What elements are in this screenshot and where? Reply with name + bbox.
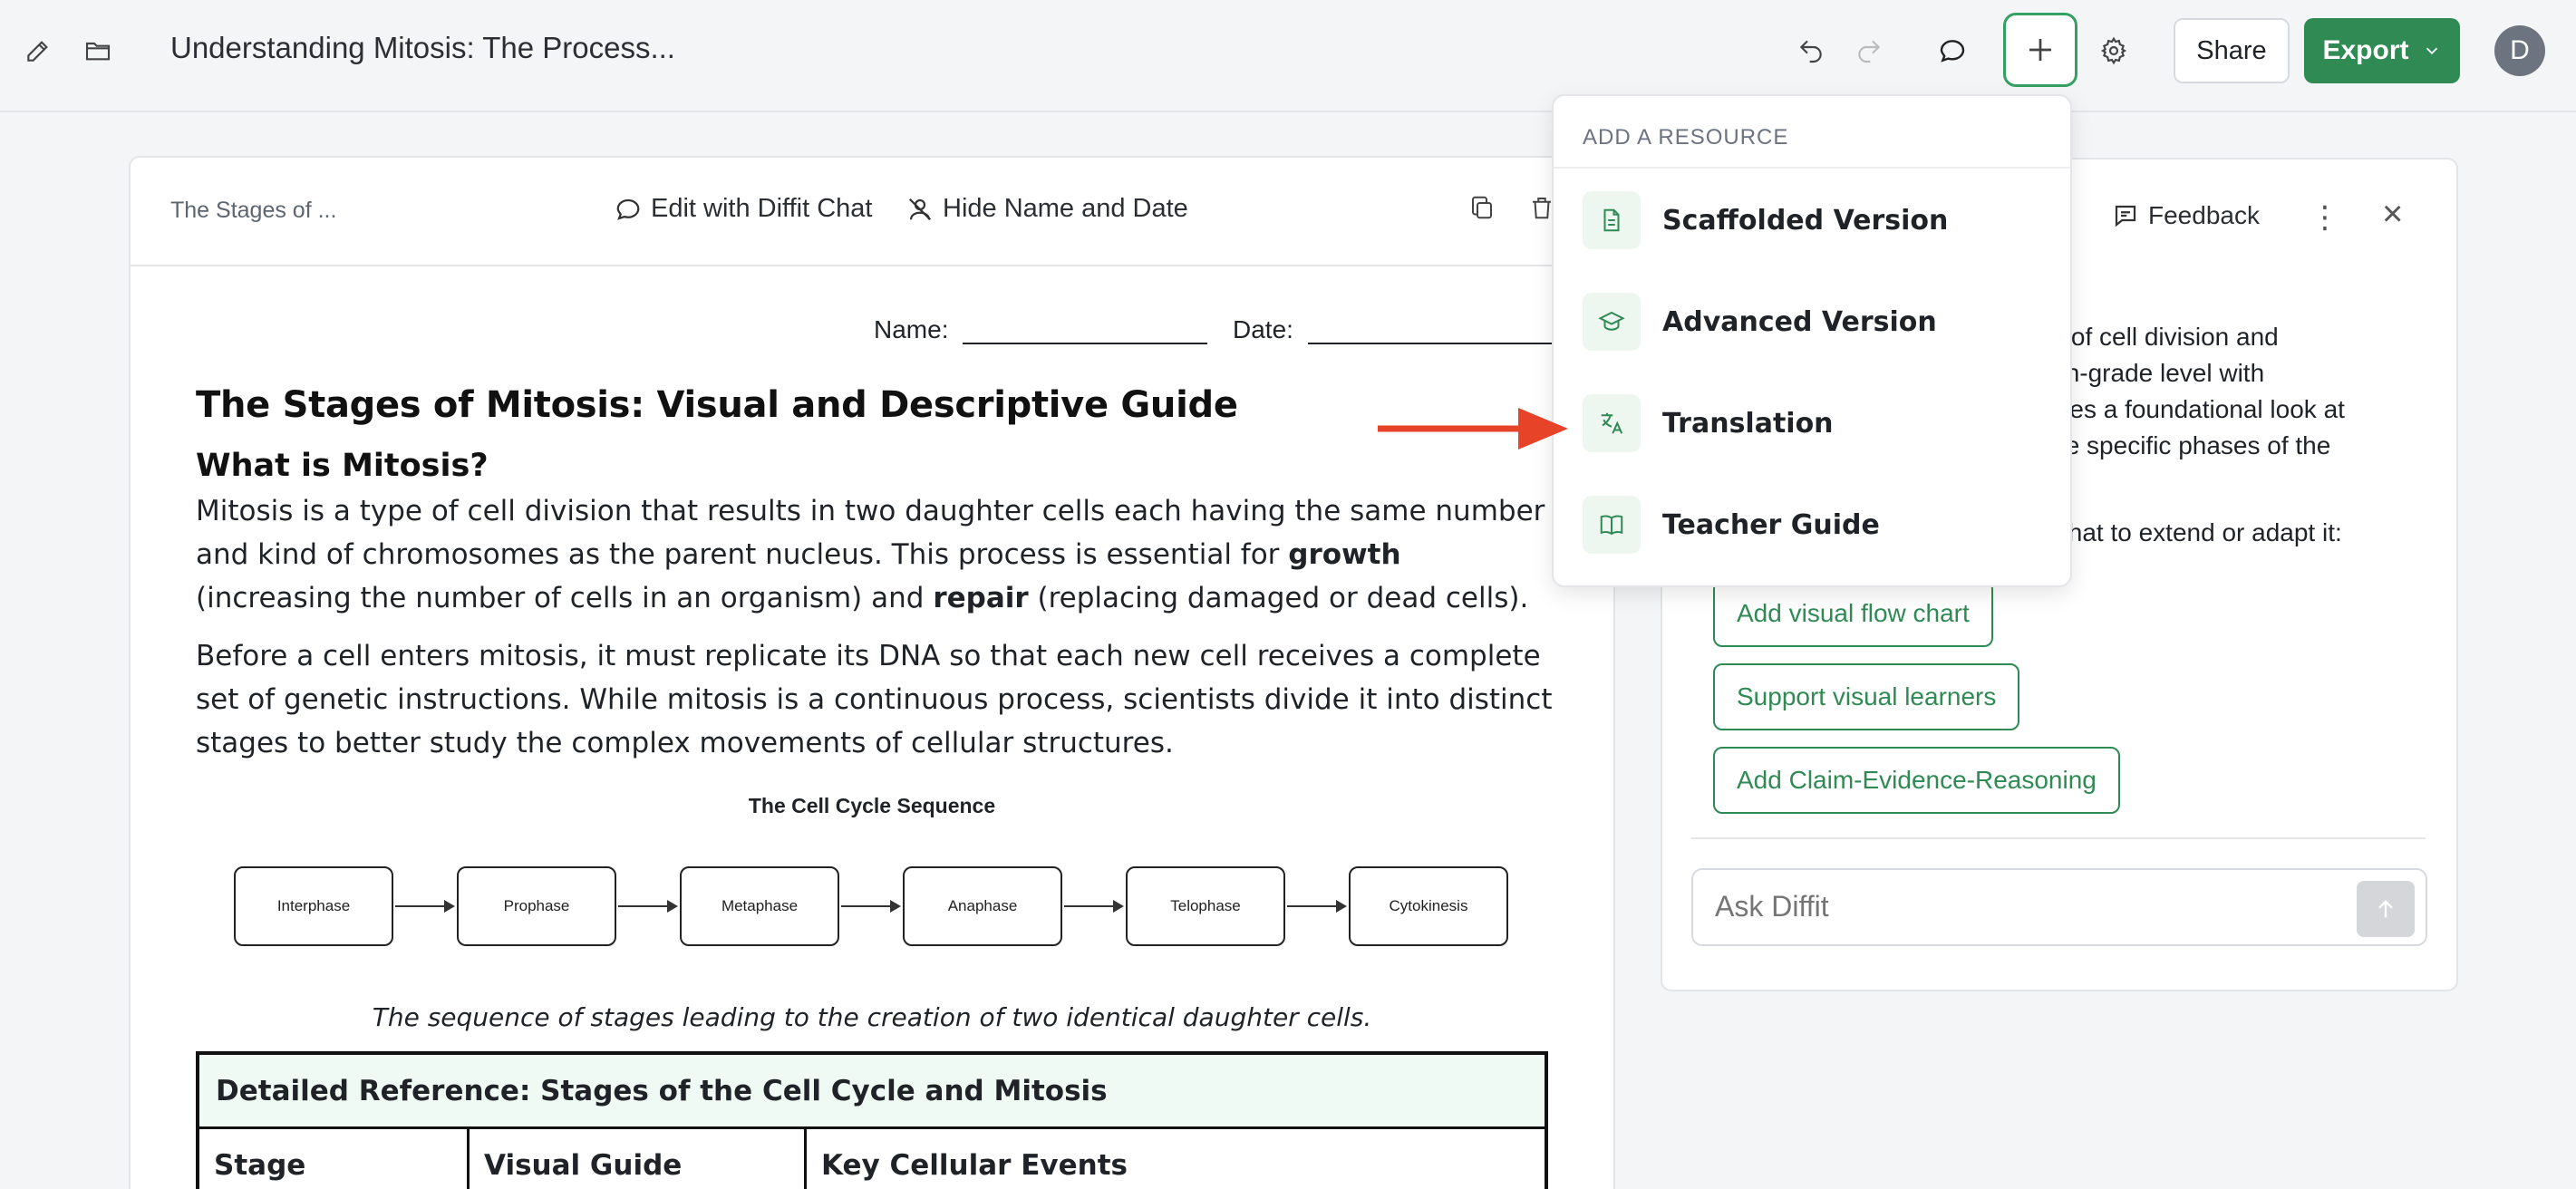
chevron-down-icon (2426, 47, 2437, 55)
user-off-icon (908, 198, 932, 220)
edit-with-chat-label: Edit with Diffit Chat (651, 194, 873, 223)
flow-stage-anaphase: Anaphase (903, 866, 1062, 946)
flow-arrow (1287, 900, 1347, 913)
chip-add-visual-flow-chart[interactable]: Add visual flow chart (1713, 580, 1993, 647)
copy-button[interactable] (1468, 194, 1496, 221)
edit-icon[interactable] (18, 31, 58, 71)
avatar[interactable]: D (2494, 25, 2545, 76)
flow-chart-title: The Cell Cycle Sequence (748, 794, 996, 817)
name-line (963, 314, 1208, 344)
reference-table: Detailed Reference: Stages of the Cell C… (196, 1051, 1548, 1189)
redo-icon[interactable] (1849, 31, 1889, 71)
menu-item-label: Scaffolded Version (1662, 204, 1949, 237)
paragraph-2: Before a cell enters mitosis, it must re… (196, 640, 1553, 759)
ask-input[interactable] (1715, 890, 2331, 923)
menu-item-label: Advanced Version (1662, 305, 1937, 338)
section-heading: What is Mitosis? (196, 448, 489, 484)
flow-stage-interphase: Interphase (234, 866, 393, 946)
column-header-stage: Stage (199, 1129, 470, 1189)
name-field[interactable]: Name: (874, 314, 1208, 344)
flow-stage-metaphase: Metaphase (680, 866, 839, 946)
para1-text-2: (increasing the number of cells in an or… (196, 582, 934, 614)
menu-item-label: Translation (1662, 407, 1834, 440)
date-label: Date: (1233, 315, 1293, 343)
close-icon[interactable]: × (2382, 194, 2403, 235)
add-resource-button[interactable] (2003, 13, 2077, 87)
paragraph-1: Mitosis is a type of cell division that … (196, 489, 1555, 620)
edit-with-chat-button[interactable]: Edit with Diffit Chat (615, 194, 872, 224)
para1-bold-repair: repair (933, 582, 1029, 614)
flow-arrow (1064, 900, 1124, 913)
arrow-up-icon (2378, 900, 2393, 918)
menu-item-scaffolded-version[interactable]: Scaffolded Version (1583, 188, 2045, 252)
add-resource-menu: ADD A RESOURCE Scaffolded Version Advanc… (1552, 94, 2072, 587)
column-header-visual-guide: Visual Guide (470, 1129, 807, 1189)
menu-item-teacher-guide[interactable]: Teacher Guide (1583, 493, 2045, 556)
menu-item-label: Teacher Guide (1662, 508, 1880, 541)
document-toolbar: The Stages of ... Edit with Diffit Chat … (131, 158, 1613, 266)
top-bar: Understanding Mitosis: The Process... Sh… (0, 0, 2576, 112)
flow-stage-prophase: Prophase (457, 866, 616, 946)
annotation-arrow-icon (1378, 408, 1568, 450)
date-field[interactable]: Date: (1233, 314, 1553, 344)
hide-name-date-button[interactable]: Hide Name and Date (906, 194, 1188, 224)
gear-icon[interactable] (2094, 31, 2134, 71)
menu-divider (1554, 167, 2070, 169)
chip-add-claim-evidence-reasoning[interactable]: Add Claim-Evidence-Reasoning (1713, 747, 2120, 814)
flow-chart-caption: The sequence of stages leading to the cr… (372, 1002, 1372, 1032)
reference-table-header-row: Stage Visual Guide Key Cellular Events (199, 1129, 1545, 1189)
graduation-cap-icon (1583, 293, 1641, 351)
reference-table-title: Detailed Reference: Stages of the Cell C… (199, 1055, 1545, 1129)
panel-divider (1691, 837, 2426, 839)
chat-bubble-icon[interactable] (1932, 31, 1972, 71)
menu-item-advanced-version[interactable]: Advanced Version (1583, 290, 2045, 353)
document-heading: The Stages of Mitosis: Visual and Descri… (196, 384, 1238, 426)
export-button[interactable]: Export (2304, 18, 2460, 83)
plus-icon (2029, 39, 2051, 61)
menu-item-translation[interactable]: Translation (1583, 392, 2045, 455)
more-options-icon[interactable]: ⋮ (2310, 199, 2340, 236)
chip-support-visual-learners[interactable]: Support visual learners (1713, 663, 2020, 730)
export-label: Export (2322, 35, 2409, 65)
name-label: Name: (874, 315, 949, 343)
send-button[interactable] (2357, 881, 2415, 937)
para1-bold-growth: growth (1288, 538, 1401, 571)
document-title[interactable]: Understanding Mitosis: The Process... (170, 31, 675, 65)
column-header-key-events: Key Cellular Events (821, 1149, 1128, 1182)
document-icon (1583, 191, 1641, 249)
date-line (1307, 314, 1553, 344)
ask-box (1691, 868, 2427, 946)
flow-stage-cytokinesis: Cytokinesis (1349, 866, 1508, 946)
chat-bubble-icon (616, 198, 640, 220)
share-button[interactable]: Share (2174, 18, 2290, 83)
feedback-label: Feedback (2148, 201, 2260, 229)
message-square-icon (2115, 205, 2136, 227)
feedback-button[interactable]: Feedback (2112, 201, 2260, 230)
undo-icon[interactable] (1791, 31, 1831, 71)
folder-icon[interactable] (78, 31, 118, 71)
para1-text-3: (replacing damaged or dead cells). (1028, 582, 1529, 614)
flow-stage-telophase: Telophase (1126, 866, 1285, 946)
book-icon (1583, 496, 1641, 554)
flow-arrow (618, 900, 678, 913)
flow-arrow (841, 900, 901, 913)
flow-arrow (395, 900, 455, 913)
hide-name-date-label: Hide Name and Date (943, 194, 1188, 223)
translate-icon (1583, 394, 1641, 452)
menu-heading: ADD A RESOURCE (1583, 125, 1789, 150)
copy-icon (1472, 196, 1492, 219)
breadcrumb[interactable]: The Stages of ... (170, 198, 336, 224)
